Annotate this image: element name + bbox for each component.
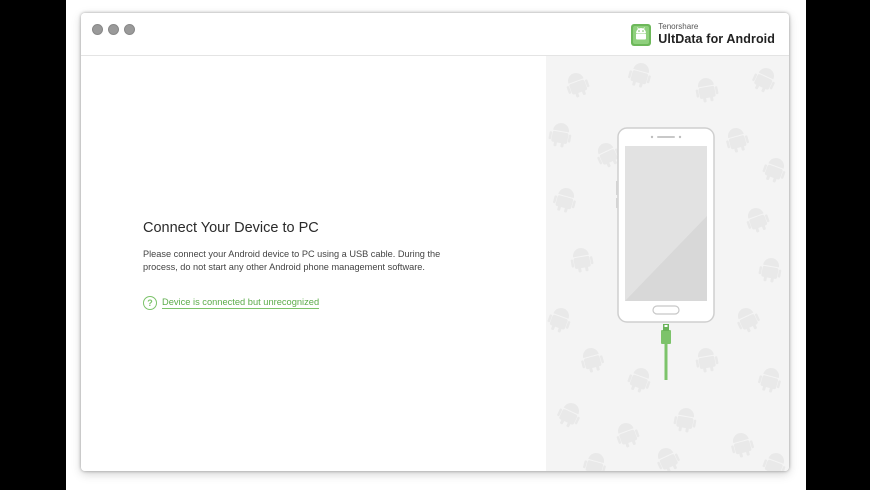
brand-product-name: UltData for Android: [658, 31, 775, 46]
window-controls: [92, 24, 135, 35]
brand-company: Tenorshare: [658, 21, 699, 31]
page-title: Connect Your Device to PC: [143, 220, 319, 236]
brand-header: Tenorshare UltData for Android: [630, 21, 775, 47]
brand-text: Tenorshare UltData for Android: [658, 21, 775, 46]
device-illustration-panel: [546, 56, 789, 471]
app-window: Tenorshare UltData for Android Connect Y…: [81, 13, 789, 471]
close-window-button[interactable]: [92, 24, 103, 35]
android-phone-usb-illustration: [616, 127, 715, 380]
title-bar: Tenorshare UltData for Android: [81, 13, 789, 56]
android-logo-icon: [631, 24, 652, 46]
question-circle-icon: ?: [143, 296, 157, 310]
instructions-text: Please connect your Android device to PC…: [143, 249, 441, 272]
unrecognized-device-link[interactable]: ? Device is connected but unrecognized: [143, 296, 320, 310]
maximize-window-button[interactable]: [124, 24, 135, 35]
minimize-window-button[interactable]: [108, 24, 119, 35]
unrecognized-device-link-text[interactable]: Device is connected but unrecognized: [162, 297, 320, 309]
connect-instructions-panel: Connect Your Device to PC Please connect…: [81, 56, 546, 471]
